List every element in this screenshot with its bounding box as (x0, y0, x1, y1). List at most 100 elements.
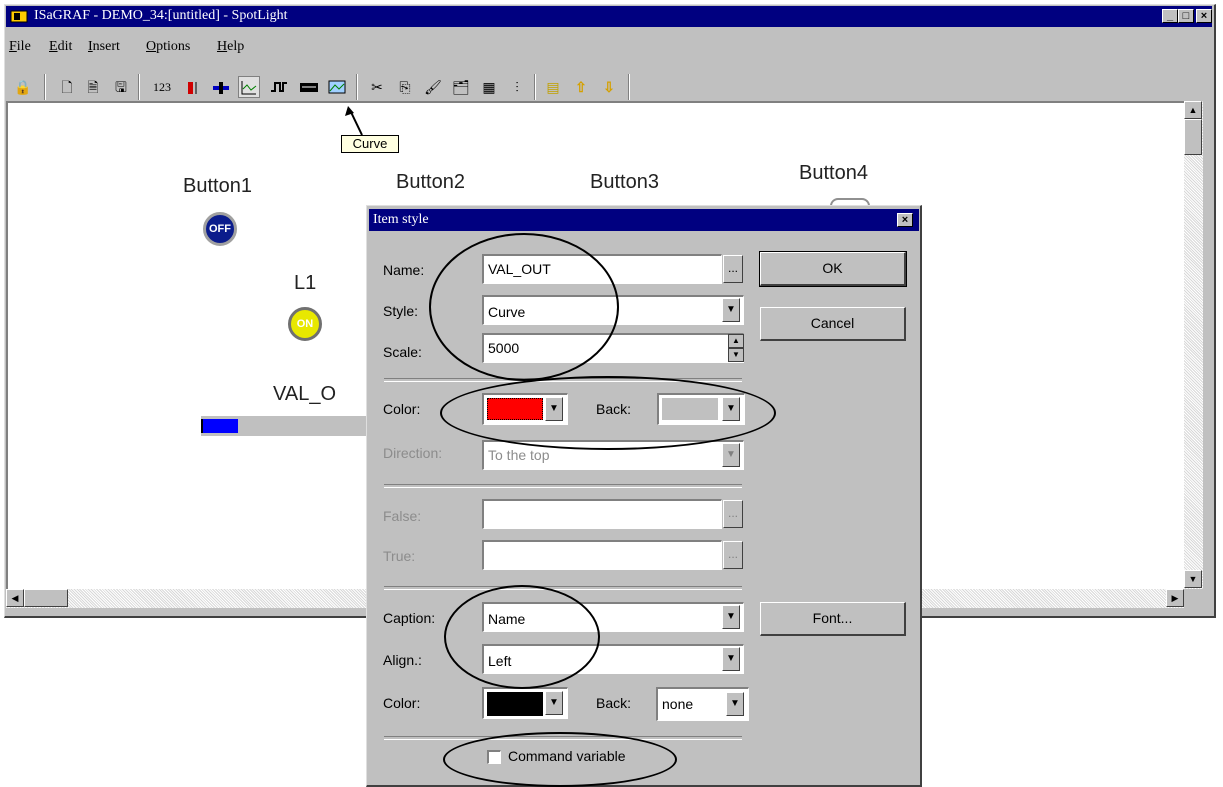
gauge-icon[interactable] (298, 76, 320, 98)
lamp-label: L1 (294, 272, 317, 294)
back-dropdown-arrow[interactable]: ▼ (722, 397, 740, 421)
close-button[interactable]: × (1196, 9, 1212, 23)
color-swatch (487, 398, 543, 420)
align-label: Align.: (383, 652, 422, 668)
vertical-scrollbar[interactable]: ▲ ▼ (1184, 101, 1203, 589)
copy-icon[interactable]: ⎘ (394, 76, 416, 98)
command-variable-checkbox[interactable] (487, 750, 501, 764)
app-icon (10, 9, 30, 24)
toolbar-separator (138, 74, 140, 100)
toolbar-separator (534, 74, 536, 100)
move-up-icon[interactable]: ⇧ (570, 76, 592, 98)
size-grip[interactable] (1184, 589, 1203, 608)
button3-label: Button3 (590, 171, 659, 193)
false-browse-button[interactable]: ... (723, 500, 743, 528)
scroll-down-button[interactable]: ▼ (1184, 570, 1202, 588)
bar-graph[interactable] (201, 416, 367, 436)
picture-icon[interactable] (326, 76, 348, 98)
menu-edit[interactable]: Edit (49, 39, 72, 55)
bar-graph-icon[interactable] (182, 76, 204, 98)
caption-label: Caption: (383, 610, 436, 626)
menu-file[interactable]: File (9, 39, 31, 55)
direction-label: Direction: (383, 445, 443, 461)
properties-icon[interactable]: 🗂 (450, 76, 472, 98)
caption-back-dropdown-arrow[interactable]: ▼ (726, 692, 744, 716)
button1-label: Button1 (183, 175, 252, 197)
name-input[interactable]: VAL_OUT (482, 254, 722, 284)
caption-color-label: Color: (383, 695, 421, 711)
style-dropdown-arrow[interactable]: ▼ (722, 298, 740, 322)
true-browse-button[interactable]: ... (723, 541, 743, 569)
style-label: Style: (383, 303, 419, 319)
save-file-icon[interactable]: 🖫 (110, 76, 132, 98)
spin-up-icon[interactable]: ▲ (728, 334, 744, 348)
paint-icon[interactable]: 🖌 (422, 76, 444, 98)
menu-options[interactable]: Options (146, 39, 190, 55)
move-down-icon[interactable]: ⇩ (598, 76, 620, 98)
font-button[interactable]: Font... (760, 602, 906, 636)
dialog-title: Item style (373, 212, 429, 227)
curve-icon[interactable] (238, 76, 260, 98)
button1-off[interactable]: OFF (203, 212, 237, 246)
dialog-title-bar[interactable]: Item style × (369, 209, 919, 231)
caption-back-label: Back: (596, 695, 632, 711)
true-label: True: (383, 548, 416, 564)
scale-spinner[interactable]: ▲ ▼ (728, 334, 744, 362)
scroll-right-button[interactable]: ▶ (1166, 589, 1184, 607)
scale-input[interactable]: 5000 (482, 333, 744, 363)
grid-icon[interactable]: ▦ (478, 76, 500, 98)
style-select[interactable]: Curve (482, 295, 744, 325)
scroll-up-button[interactable]: ▲ (1184, 101, 1202, 119)
spin-down-icon[interactable]: ▼ (728, 348, 744, 362)
menu-insert[interactable]: Insert (88, 39, 120, 55)
color-label: Color: (383, 401, 421, 417)
menu-help[interactable]: Help (217, 39, 244, 55)
button2-label: Button2 (396, 171, 465, 193)
toolbar-separator (44, 74, 46, 100)
button4-label: Button4 (799, 162, 868, 184)
true-input[interactable] (482, 540, 722, 570)
caption-color-dropdown-arrow[interactable]: ▼ (545, 691, 563, 715)
caption-select[interactable]: Name (482, 602, 744, 632)
numeric-icon[interactable]: 123 (148, 76, 176, 98)
command-variable-label[interactable]: Command variable (508, 748, 626, 764)
title-bar[interactable]: ISaGRAF - DEMO_34:[untitled] - SpotLight… (6, 6, 1212, 27)
name-label: Name: (383, 262, 425, 278)
tooltip-arrow (345, 106, 363, 136)
direction-dropdown-arrow[interactable]: ▼ (722, 443, 740, 467)
curve-tooltip: Curve (341, 135, 399, 153)
separator (384, 484, 742, 488)
scroll-left-button[interactable]: ◀ (6, 589, 24, 607)
lamp-l1[interactable]: ON (288, 307, 322, 341)
back-label: Back: (596, 401, 632, 417)
new-file-icon[interactable]: 🗋 (56, 76, 78, 98)
color-dropdown-arrow[interactable]: ▼ (545, 397, 563, 421)
lock-icon[interactable]: 🔒 (12, 76, 34, 98)
minimize-button[interactable]: _ (1162, 9, 1178, 23)
direction-select[interactable]: To the top (482, 440, 744, 470)
cut-icon[interactable]: ✂ (366, 76, 388, 98)
align-icon[interactable]: ⫶ (506, 76, 528, 98)
import-icon[interactable]: ▤ (542, 76, 564, 98)
false-label: False: (383, 508, 422, 524)
maximize-button[interactable]: □ (1178, 9, 1194, 23)
separator (384, 586, 742, 590)
caption-dropdown-arrow[interactable]: ▼ (722, 605, 740, 629)
pulse-icon[interactable] (268, 76, 290, 98)
slider-icon[interactable] (210, 76, 232, 98)
back-color-swatch (662, 398, 718, 420)
toolbar-separator (628, 74, 630, 100)
window-title: ISaGRAF - DEMO_34:[untitled] - SpotLight (34, 8, 288, 23)
scroll-thumb-horizontal[interactable] (24, 589, 68, 607)
open-file-icon[interactable]: 🗎 (82, 76, 104, 98)
align-dropdown-arrow[interactable]: ▼ (722, 647, 740, 671)
caption-color-swatch (487, 692, 543, 716)
align-select[interactable]: Left (482, 644, 744, 674)
cancel-button[interactable]: Cancel (760, 307, 906, 341)
toolbar-separator (356, 74, 358, 100)
scroll-thumb-vertical[interactable] (1184, 119, 1202, 155)
dialog-close-button[interactable]: × (897, 213, 913, 227)
ok-button[interactable]: OK (759, 251, 907, 287)
false-input[interactable] (482, 499, 722, 529)
name-browse-button[interactable]: ... (723, 255, 743, 283)
